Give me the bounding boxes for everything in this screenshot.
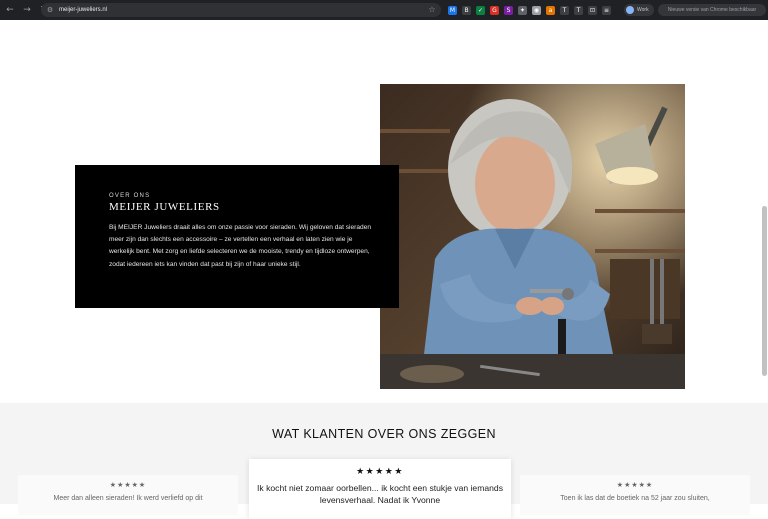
extension-icon[interactable]: M [448,5,457,15]
jeweler-photo [380,84,685,389]
about-eyebrow: OVER ONS [109,193,151,199]
review-card[interactable]: ★★★★★ Meer dan alleen sieraden! Ik werd … [18,475,238,515]
rating-stars: ★★★★★ [356,467,404,477]
about-title: MEIJER JUWELIERS [109,201,220,213]
back-arrow-icon[interactable]: ← [3,3,17,17]
page-content: OVER ONS MEIJER JUWELIERS Bij MEIJER Juw… [0,20,768,519]
about-body: Bij MEIJER Juweliers draait alles om onz… [109,224,372,268]
extension-icon[interactable]: S [504,5,513,15]
rating-stars: ★★★★★ [616,481,654,489]
review-card[interactable]: ★★★★★ Toen ik las dat de boetiek na 52 j… [520,475,750,515]
extension-icon[interactable]: B [462,5,471,15]
scrollbar-thumb[interactable] [762,206,767,376]
review-quote: Meer dan alleen sieraden! Ik werd verlie… [53,495,203,502]
profile-label: Work [637,7,649,13]
extension-icon[interactable]: ◉ [532,5,541,15]
about-card: OVER ONS MEIJER JUWELIERS Bij MEIJER Juw… [75,165,399,308]
extension-icon[interactable]: ✦ [518,5,527,15]
extension-icon[interactable]: T [574,5,583,15]
extension-icon[interactable]: a [546,5,555,15]
bookmark-star-icon[interactable]: ☆ [427,5,437,15]
extensions-row: M B ✓ G S ✦ ◉ a T T ⊡ ≡ [448,4,616,16]
side-panel-icon[interactable]: ≡ [602,5,611,15]
profile-button[interactable]: Work [624,4,654,16]
address-bar[interactable]: ⚙ meijer-juweliers.nl ☆ [41,3,441,17]
jeweler-illustration [380,84,685,389]
reviews-heading: WAT KLANTEN OVER ONS ZEGGEN [272,427,496,441]
rating-stars: ★★★★★ [109,481,147,489]
extensions-puzzle-icon[interactable]: ⊡ [588,5,597,15]
extension-icon[interactable]: ✓ [476,5,485,15]
extension-icon[interactable]: G [490,5,499,15]
extension-icon[interactable]: T [560,5,569,15]
review-quote: Ik kocht niet zomaar oorbellen... ik koc… [257,483,504,505]
url-text[interactable]: meijer-juweliers.nl [59,7,107,13]
review-quote: Toen ik las dat de boetiek na 52 jaar zo… [560,495,710,502]
update-chrome-button[interactable]: Nieuwe versie van Chrome beschikbaar [658,4,766,16]
review-card-active[interactable]: ★★★★★ Ik kocht niet zomaar oorbellen... … [249,459,511,519]
site-settings-icon[interactable]: ⚙ [45,5,55,15]
browser-toolbar: ← → ↻ ⚙ meijer-juweliers.nl ☆ M B ✓ G S … [0,0,768,20]
avatar [626,6,634,14]
reviews-section: WAT KLANTEN OVER ONS ZEGGEN ★★★★★ Meer d… [0,403,768,519]
forward-arrow-icon[interactable]: → [20,3,34,17]
